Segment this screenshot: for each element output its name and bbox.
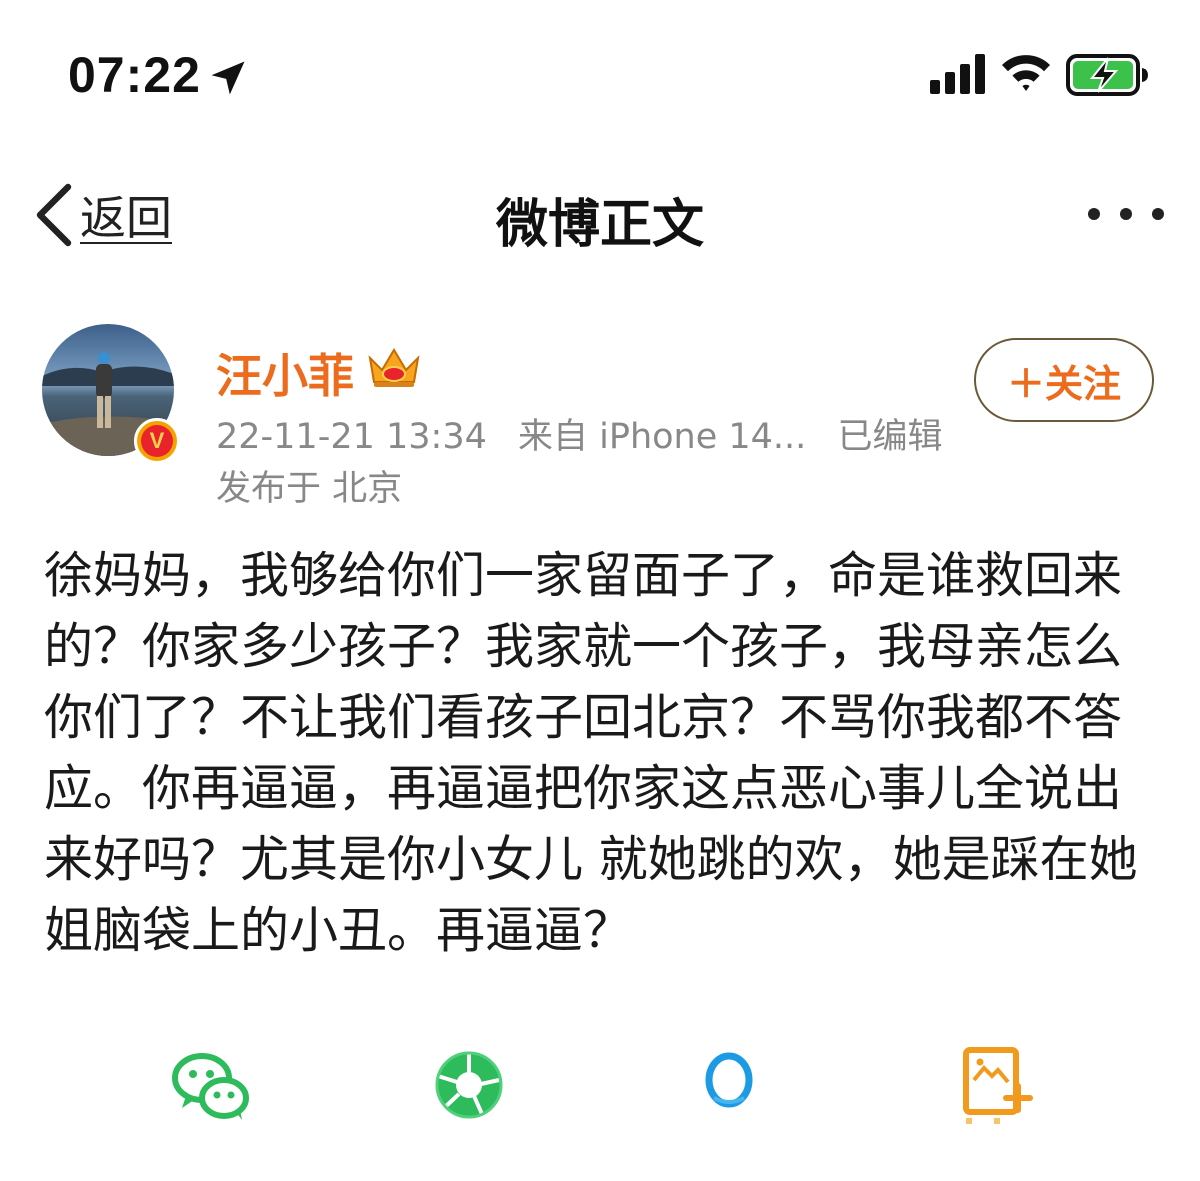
post-source: 来自 iPhone 14... (518, 417, 807, 457)
username[interactable]: 汪小菲 (216, 340, 354, 406)
status-time: 07:22 (68, 47, 201, 103)
wechat-icon[interactable] (166, 1040, 256, 1130)
post-timestamp: 22-11-21 13:34 (216, 417, 487, 457)
post-body-text: 徐妈妈，我够给你们一家留面子了，命是谁救回来的？你家多少孩子？我家就一个孩子，我… (44, 547, 1138, 959)
cellular-signal-icon (930, 54, 985, 94)
edited-label[interactable]: 已编辑 (837, 417, 942, 457)
wifi-icon (1002, 55, 1050, 91)
battery-charging-icon (1066, 54, 1148, 96)
navigation-bar: 返回 微博正文 (0, 150, 1200, 280)
more-dots-icon[interactable] (1082, 194, 1170, 234)
post-meta: 22-11-21 13:34 来自 iPhone 14... 已编辑 (216, 408, 962, 459)
verified-badge: V (134, 418, 180, 464)
page-title: 微博正文 (495, 195, 704, 255)
share-bar (0, 1040, 1200, 1150)
verified-v-icon: V (141, 425, 173, 457)
follow-button[interactable]: ＋关注 (974, 338, 1154, 422)
post-location: 发布于 北京 (216, 469, 403, 509)
status-bar: 07:22 (0, 0, 1200, 150)
post-header: V 汪小菲 22-11-21 13:34 来自 iPhone 14... 已编辑… (0, 300, 1200, 520)
weibo-circle-icon[interactable] (684, 1040, 774, 1130)
crown-icon (368, 348, 420, 387)
moments-icon[interactable] (424, 1040, 514, 1130)
location-arrow-icon (211, 61, 245, 95)
poster-image-icon[interactable] (950, 1040, 1040, 1130)
